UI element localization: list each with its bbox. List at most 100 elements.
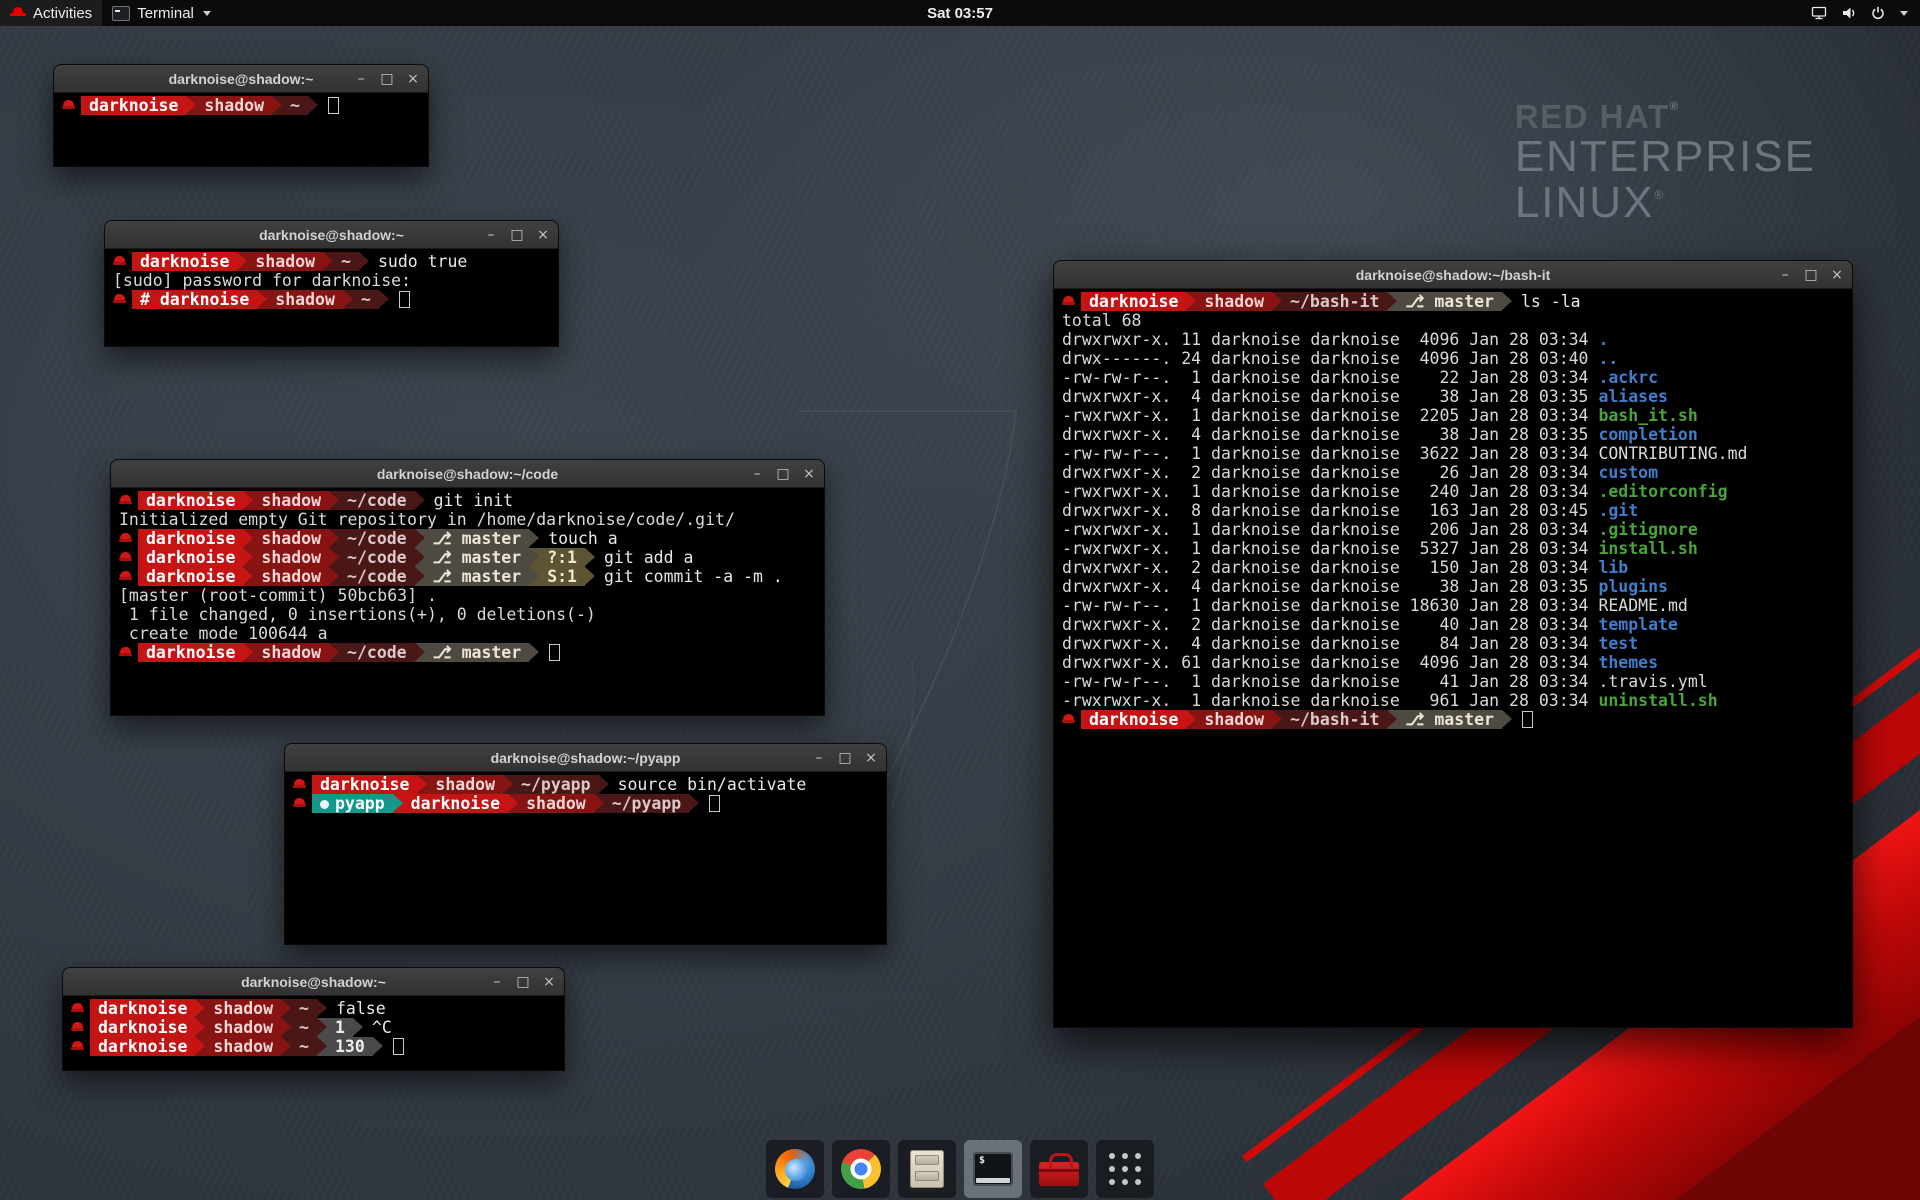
terminal-icon <box>973 1152 1013 1186</box>
terminal-content[interactable]: darknoiseshadow~/bash-it⎇ masterls -lato… <box>1054 289 1852 1027</box>
prompt-segment-host: shadow <box>267 290 343 309</box>
window-minimize-button[interactable]: – <box>354 72 368 86</box>
window-titlebar[interactable]: darknoise@shadow:~/bash-it–□× <box>1054 261 1852 289</box>
output-line: drwxrwxr-x. 2 darknoise darknoise 40 Jan… <box>1062 615 1844 634</box>
window-maximize-button[interactable]: □ <box>838 751 852 765</box>
prompt-segment-host: shadow <box>253 567 329 586</box>
window-close-button[interactable]: × <box>802 467 816 481</box>
powerline-separator <box>529 643 539 662</box>
prompt-segment-user: darknoise <box>90 999 195 1018</box>
prompt-segment-path: ~ <box>353 290 379 309</box>
terminal-window-home-exit[interactable]: darknoise@shadow:~–□×darknoiseshadow~fal… <box>62 967 565 1071</box>
powerline-arrow <box>1502 292 1512 310</box>
window-close-button[interactable]: × <box>864 751 878 765</box>
powerline-separator <box>585 548 595 567</box>
dock-item-files[interactable] <box>898 1140 956 1198</box>
powerline-arrow <box>415 567 425 585</box>
terminal-content[interactable]: darknoiseshadow~/codegit initInitialized… <box>111 488 824 715</box>
prompt-segment-user: darknoise <box>138 643 243 662</box>
dock-item-app-grid[interactable] <box>1096 1140 1154 1198</box>
window-close-button[interactable]: × <box>1830 268 1844 282</box>
prompt-line: darknoiseshadow~false <box>71 999 556 1018</box>
terminal-content[interactable]: darknoiseshadow~sudo true[sudo] password… <box>105 249 558 346</box>
powerline-separator <box>594 794 604 813</box>
window-titlebar[interactable]: darknoise@shadow:~–□× <box>63 968 564 996</box>
window-close-button[interactable]: × <box>542 975 556 989</box>
terminal-window-pyapp[interactable]: darknoise@shadow:~/pyapp–□×darknoiseshad… <box>284 743 887 945</box>
ls-filename: template <box>1598 615 1677 634</box>
powerline-arrow <box>585 567 595 585</box>
window-minimize-button[interactable]: – <box>812 751 826 765</box>
prompt-segment-status: 1 <box>327 1018 353 1037</box>
window-maximize-button[interactable]: □ <box>510 228 524 242</box>
ls-fileinfo: drwxrwxr-x. 11 darknoise darknoise 4096 … <box>1062 330 1598 349</box>
powerline-arrow <box>329 548 339 566</box>
prompt-line: darknoiseshadow~/code⎇ master <box>119 643 816 662</box>
prompt-segment-path: ~/code <box>339 491 415 510</box>
terminal-content[interactable]: darknoiseshadow~ <box>54 93 428 166</box>
ls-filename: .travis.yml <box>1598 672 1707 691</box>
command-text: touch a <box>539 529 618 548</box>
terminal-window-bash-it[interactable]: darknoise@shadow:~/bash-it–□×darknoisesh… <box>1053 260 1853 1028</box>
prompt-segment-user: darknoise <box>138 567 243 586</box>
dock-item-terminal[interactable] <box>964 1140 1022 1198</box>
system-status-area[interactable] <box>1798 0 1920 26</box>
output-line: drwx------. 24 darknoise darknoise 4096 … <box>1062 349 1844 368</box>
window-titlebar[interactable]: darknoise@shadow:~–□× <box>105 221 558 249</box>
ls-fileinfo: -rw-rw-r--. 1 darknoise darknoise 3622 J… <box>1062 444 1598 463</box>
command-text: source bin/activate <box>609 775 807 794</box>
dock-item-chrome[interactable] <box>832 1140 890 1198</box>
ls-filename: lib <box>1598 558 1628 577</box>
dock-item-toolbox[interactable] <box>1030 1140 1088 1198</box>
terminal-window-code[interactable]: darknoise@shadow:~/code–□×darknoiseshado… <box>110 459 825 716</box>
window-minimize-button[interactable]: – <box>490 975 504 989</box>
powerline-separator <box>529 548 539 567</box>
terminal-content[interactable]: darknoiseshadow~falsedarknoiseshadow~1^C… <box>63 996 564 1070</box>
prompt-segment-path: ~/pyapp <box>604 794 690 813</box>
prompt-segment-user: darknoise <box>132 252 237 271</box>
redhat-prompt-icon <box>113 252 126 271</box>
powerline-separator <box>415 643 425 662</box>
terminal-window-home-sudo[interactable]: darknoise@shadow:~–□×darknoiseshadow~sud… <box>104 220 559 347</box>
display-icon <box>1810 5 1828 21</box>
prompt-line: darknoiseshadow~ <box>62 96 420 115</box>
window-close-button[interactable]: × <box>536 228 550 242</box>
window-minimize-button[interactable]: – <box>484 228 498 242</box>
clock[interactable]: Sat 03:57 <box>927 5 993 22</box>
ls-fileinfo: drwxrwxr-x. 4 darknoise darknoise 38 Jan… <box>1062 425 1598 444</box>
window-titlebar[interactable]: darknoise@shadow:~–□× <box>54 65 428 93</box>
dock-item-firefox[interactable] <box>766 1140 824 1198</box>
window-titlebar[interactable]: darknoise@shadow:~/code–□× <box>111 460 824 488</box>
ls-fileinfo: drwxrwxr-x. 2 darknoise darknoise 150 Ja… <box>1062 558 1598 577</box>
powerline-arrow <box>393 794 403 812</box>
window-minimize-button[interactable]: – <box>750 467 764 481</box>
ls-fileinfo: drwxrwxr-x. 4 darknoise darknoise 84 Jan… <box>1062 634 1598 653</box>
window-titlebar[interactable]: darknoise@shadow:~/pyapp–□× <box>285 744 886 772</box>
powerline-separator <box>281 999 291 1018</box>
window-close-button[interactable]: × <box>406 72 420 86</box>
redhat-prompt-icon <box>119 529 132 548</box>
powerline-separator <box>689 794 699 813</box>
prompt-segment-host: shadow <box>205 999 281 1018</box>
powerline-separator <box>317 999 327 1018</box>
activities-button[interactable]: Activities <box>0 0 102 26</box>
prompt-segment-host: shadow <box>247 252 323 271</box>
terminal-content[interactable]: darknoiseshadow~/pyappsource bin/activat… <box>285 772 886 944</box>
window-minimize-button[interactable]: – <box>1778 268 1792 282</box>
window-maximize-button[interactable]: □ <box>380 72 394 86</box>
app-menu-terminal[interactable]: Terminal <box>102 0 221 26</box>
window-maximize-button[interactable]: □ <box>516 975 530 989</box>
powerline-arrow <box>186 96 196 114</box>
powerline-separator <box>373 1037 383 1056</box>
prompt-line: darknoiseshadow~1^C <box>71 1018 556 1037</box>
output-line: -rw-rw-r--. 1 darknoise darknoise 41 Jan… <box>1062 672 1844 691</box>
terminal-window-home-a[interactable]: darknoise@shadow:~–□×darknoiseshadow~ <box>53 64 429 167</box>
powerline-arrow <box>503 775 513 793</box>
powerline-separator <box>243 548 253 567</box>
window-maximize-button[interactable]: □ <box>776 467 790 481</box>
window-maximize-button[interactable]: □ <box>1804 268 1818 282</box>
command-text: sudo true <box>369 252 467 271</box>
powerline-arrow <box>281 1037 291 1055</box>
powerline-arrow <box>508 794 518 812</box>
redhat-prompt-icon <box>293 794 306 813</box>
